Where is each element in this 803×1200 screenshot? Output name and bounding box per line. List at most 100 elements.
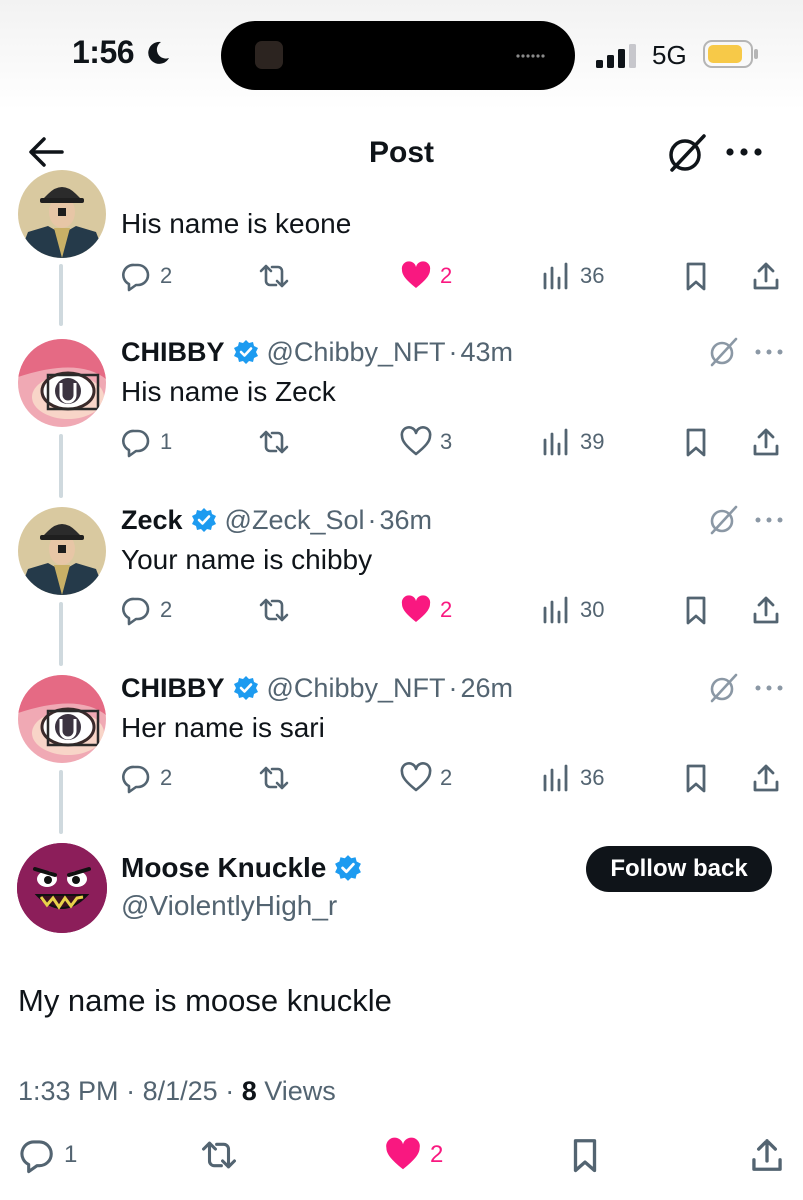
reply-icon: [120, 762, 152, 794]
like-button[interactable]: 3: [400, 422, 452, 462]
reply-item[interactable]: Zeck @Zeck_Sol · 36m Your name is chibby…: [0, 502, 803, 670]
avatar[interactable]: [18, 170, 106, 258]
like-button[interactable]: 2: [400, 590, 452, 630]
views-button[interactable]: 36: [540, 256, 604, 296]
reply-button[interactable]: 1: [120, 422, 172, 462]
like-button[interactable]: 2: [400, 256, 452, 296]
retweet-icon: [258, 594, 290, 626]
more-icon[interactable]: [754, 683, 784, 693]
bookmark-icon: [680, 260, 712, 292]
retweet-icon: [258, 426, 290, 458]
reply-icon: [120, 426, 152, 458]
post-time: 26m: [460, 672, 514, 703]
share-button[interactable]: [750, 590, 782, 630]
like-count: 2: [430, 1141, 444, 1168]
grok-icon[interactable]: [706, 335, 740, 369]
author-name[interactable]: CHIBBY: [121, 337, 225, 368]
bookmark-button[interactable]: [680, 422, 712, 462]
bookmark-icon: [680, 594, 712, 626]
activity-dots-icon: [516, 54, 545, 58]
heart-icon: [400, 594, 432, 626]
author-handle[interactable]: @Chibby_NFT: [267, 673, 446, 704]
author-handle[interactable]: @ViolentlyHigh_r: [121, 890, 337, 922]
reply-item[interactable]: His name is keone 2 2 36: [0, 160, 803, 330]
views-button[interactable]: 30: [540, 590, 604, 630]
like-button[interactable]: 2: [384, 1133, 443, 1177]
reply-count: 2: [160, 263, 173, 288]
reply-count: 2: [160, 765, 173, 790]
author-handle[interactable]: @Zeck_Sol: [225, 505, 365, 536]
reply-header: CHIBBY @Chibby_NFT · 26m: [121, 670, 513, 706]
share-button[interactable]: [748, 1133, 786, 1177]
retweet-button[interactable]: [258, 256, 290, 296]
heart-icon: [384, 1136, 422, 1174]
reply-button[interactable]: 2: [120, 758, 172, 798]
share-button[interactable]: [750, 256, 782, 296]
views-count[interactable]: 8: [242, 1076, 257, 1106]
bookmark-button[interactable]: [680, 256, 712, 296]
follow-back-button[interactable]: Follow back: [586, 846, 772, 892]
retweet-button[interactable]: [258, 590, 290, 630]
avatar[interactable]: [18, 507, 106, 595]
network-type: 5G: [652, 40, 687, 70]
status-bar: 1:56 5G: [0, 0, 803, 110]
reply-text: His name is keone: [121, 208, 352, 239]
bookmark-button[interactable]: [680, 758, 712, 798]
views-count: 36: [580, 263, 605, 288]
post-meta: 1:33 PM · 8/1/25 · 8 Views: [18, 1076, 336, 1107]
separator: ·: [367, 504, 377, 535]
moon-icon: [148, 41, 169, 64]
grok-icon[interactable]: [706, 503, 740, 537]
share-icon: [750, 260, 782, 292]
reply-text: His name is Zeck: [121, 376, 336, 407]
reply-item[interactable]: CHIBBY @Chibby_NFT · 26m Her name is sar…: [0, 670, 803, 838]
bookmark-button[interactable]: [680, 590, 712, 630]
author-name[interactable]: Moose Knuckle: [121, 852, 326, 884]
bookmark-icon: [680, 426, 712, 458]
views-icon: [540, 594, 572, 626]
bookmark-icon: [566, 1136, 604, 1174]
author-name-row: Moose Knuckle: [121, 852, 370, 884]
reply-button[interactable]: 2: [120, 590, 172, 630]
bookmark-icon: [680, 762, 712, 794]
like-count: 2: [440, 765, 453, 790]
like-count: 2: [440, 597, 453, 622]
bookmark-button[interactable]: [566, 1133, 604, 1177]
grok-icon[interactable]: [706, 671, 740, 705]
reply-item[interactable]: CHIBBY @Chibby_NFT · 43m His name is Zec…: [0, 334, 803, 502]
battery-icon: [703, 40, 758, 68]
reply-button[interactable]: 2: [120, 256, 172, 296]
dynamic-island: [221, 21, 575, 90]
avatar[interactable]: [18, 339, 106, 427]
reply-count: 1: [64, 1141, 78, 1168]
separator: ·: [126, 1076, 136, 1106]
avatar[interactable]: [18, 675, 106, 763]
share-button[interactable]: [750, 422, 782, 462]
signal-icon: [596, 44, 636, 68]
views-button[interactable]: 36: [540, 758, 604, 798]
author-name[interactable]: Zeck: [121, 505, 183, 536]
like-button[interactable]: 2: [400, 758, 452, 798]
more-icon[interactable]: [754, 515, 784, 525]
author-handle[interactable]: @Chibby_NFT: [267, 337, 446, 368]
reply-text: Your name is chibby: [121, 544, 373, 575]
reply-button[interactable]: 1: [18, 1133, 77, 1177]
heart-icon: [400, 260, 432, 292]
share-button[interactable]: [750, 758, 782, 798]
author-name[interactable]: CHIBBY: [121, 673, 225, 704]
retweet-button[interactable]: [258, 758, 290, 798]
retweet-button[interactable]: [200, 1133, 238, 1177]
views-label: Views: [264, 1076, 336, 1106]
post-date: 8/1/25: [142, 1076, 218, 1106]
views-icon: [540, 260, 572, 292]
more-icon[interactable]: [754, 347, 784, 357]
reply-count: 1: [160, 429, 173, 454]
reply-icon: [120, 260, 152, 292]
heart-icon: [400, 426, 432, 458]
reply-actions: 1 3 39: [0, 422, 803, 462]
like-count: 2: [440, 263, 453, 288]
like-count: 3: [440, 429, 453, 454]
views-button[interactable]: 39: [540, 422, 604, 462]
avatar[interactable]: [17, 843, 107, 933]
retweet-button[interactable]: [258, 422, 290, 462]
